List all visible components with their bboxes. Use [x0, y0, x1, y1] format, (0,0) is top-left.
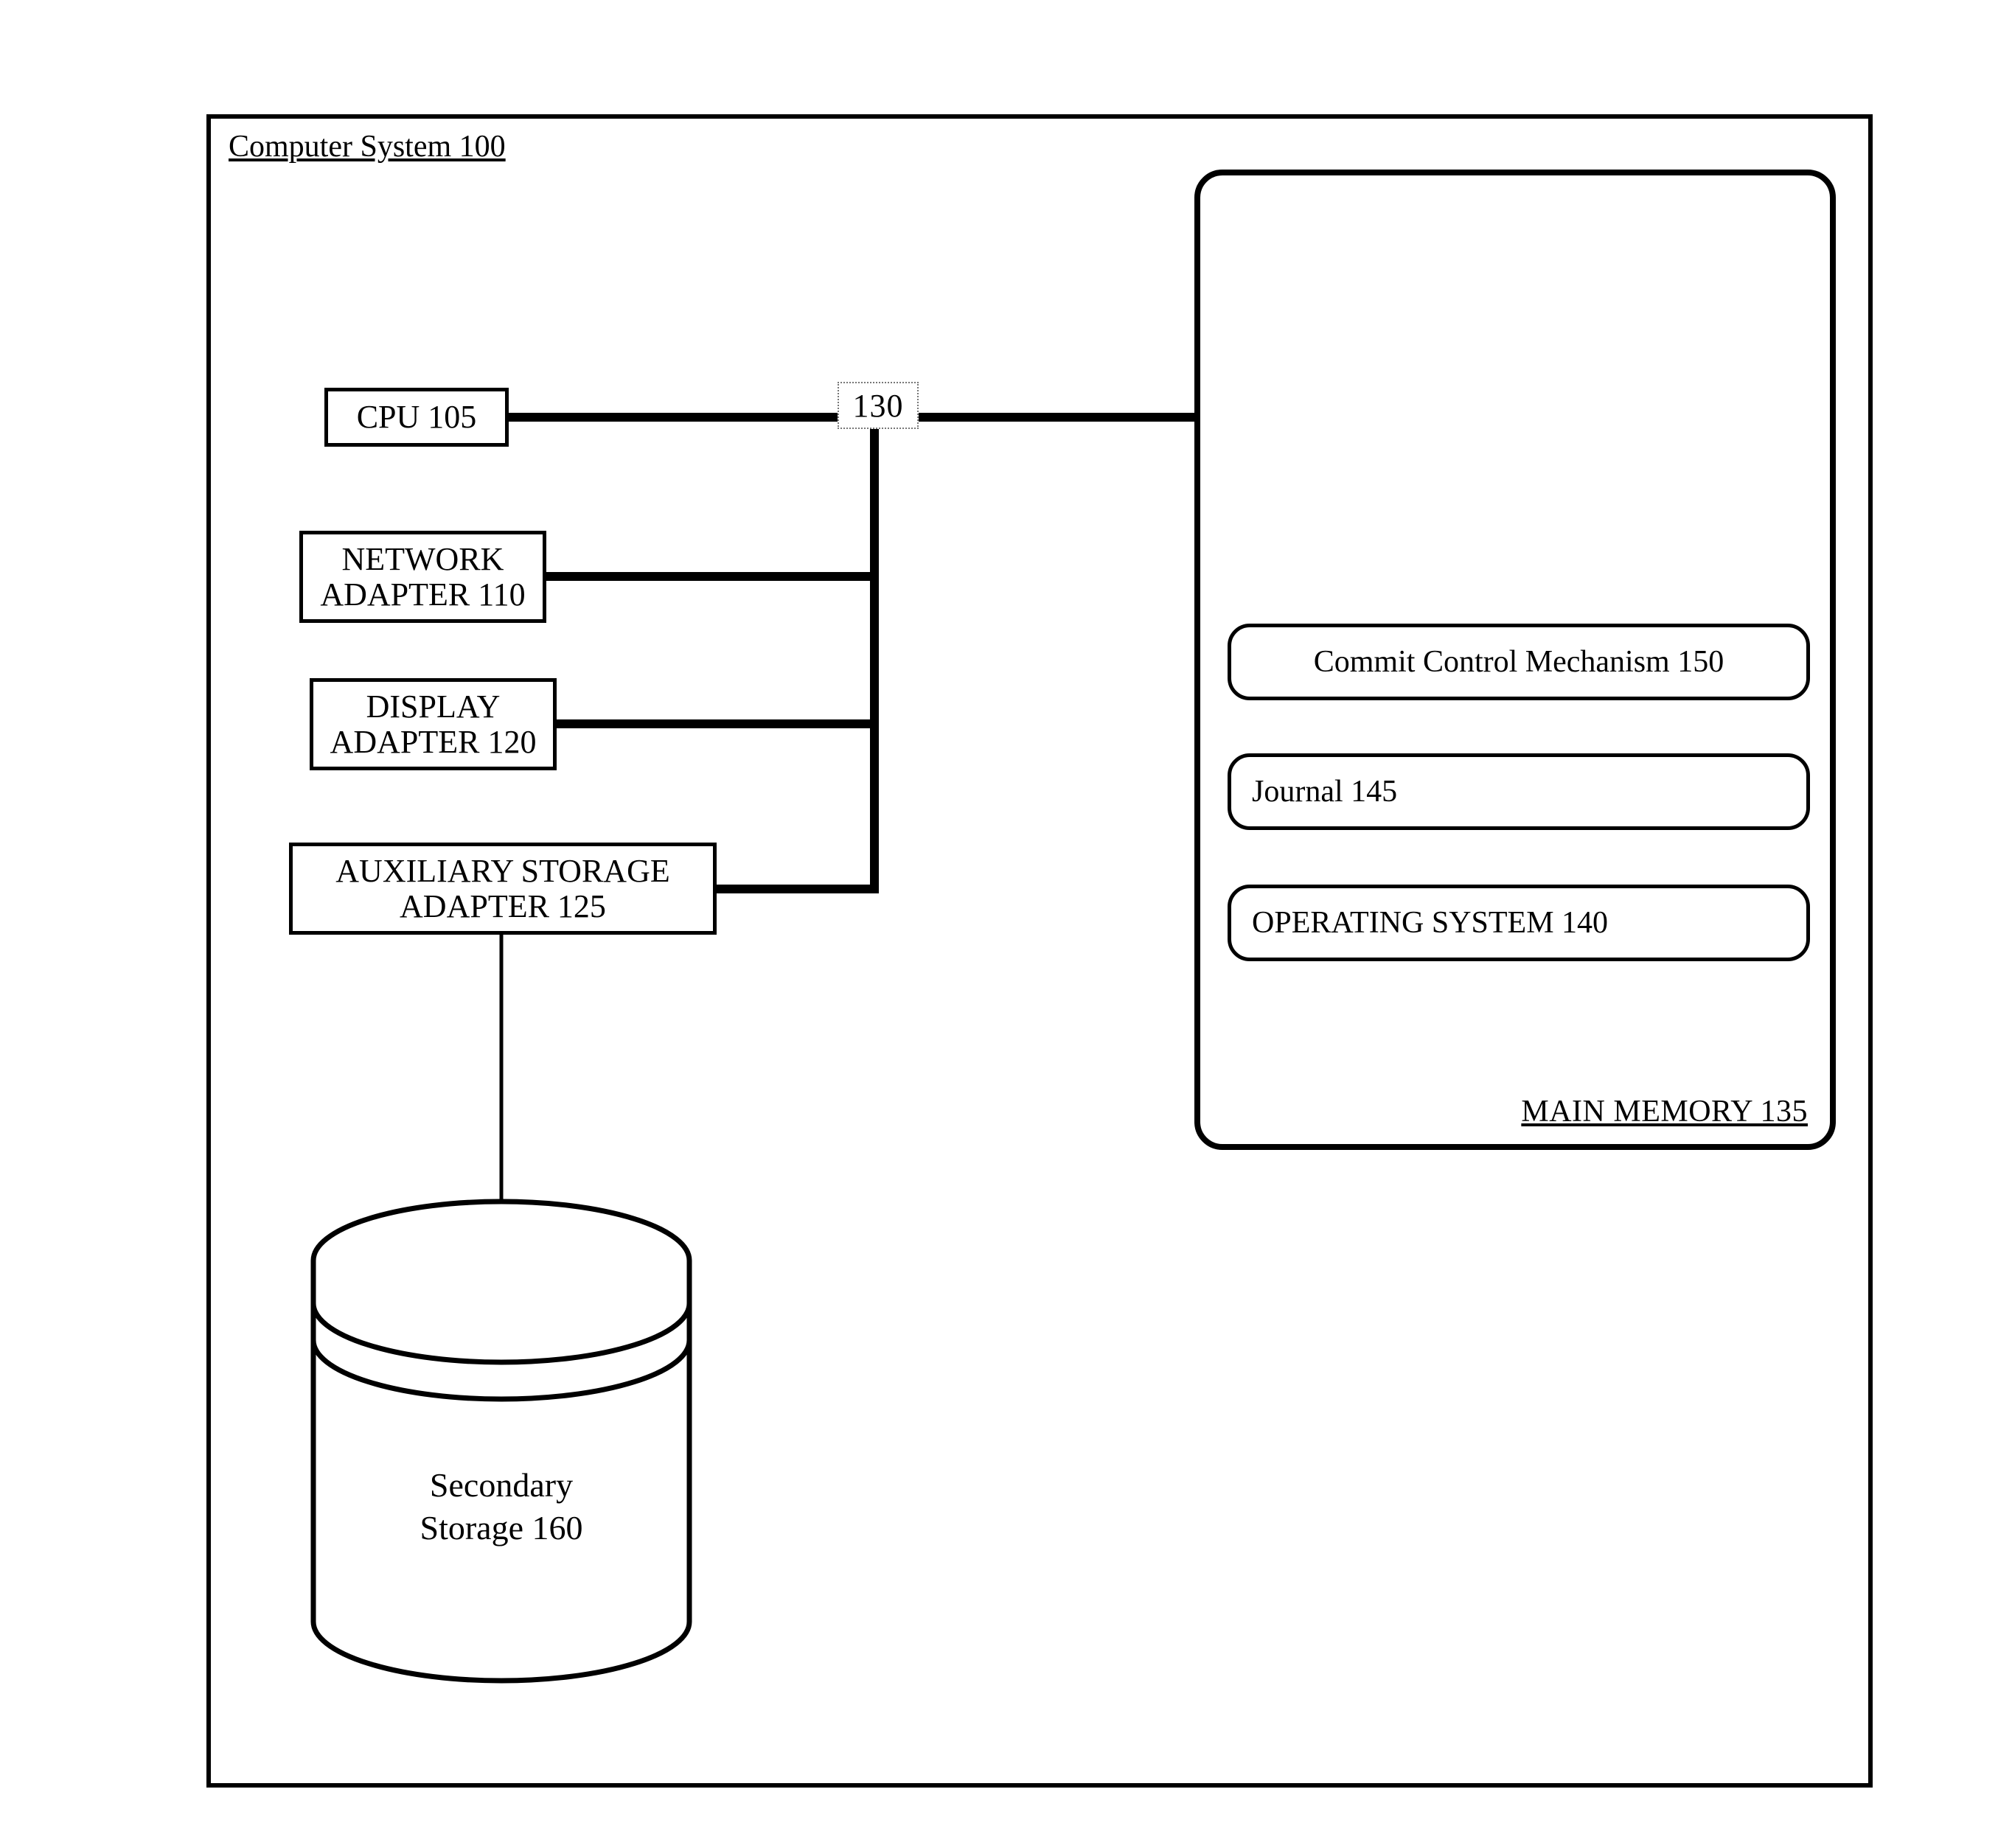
diagram-title: Computer System 100 — [229, 129, 506, 164]
commit-control-box: Commit Control Mechanism 150 — [1228, 624, 1810, 700]
cpu-box: CPU 105 — [324, 388, 509, 447]
display-adapter-label: DISPLAY ADAPTER 120 — [330, 689, 537, 759]
operating-system-box: OPERATING SYSTEM 140 — [1228, 885, 1810, 961]
journal-label: Journal 145 — [1252, 774, 1397, 809]
display-adapter-box: DISPLAY ADAPTER 120 — [310, 678, 557, 770]
bus-label: 130 — [838, 382, 919, 429]
commit-control-label: Commit Control Mechanism 150 — [1314, 644, 1724, 680]
main-memory-title: MAIN MEMORY 135 — [1521, 1094, 1808, 1129]
journal-box: Journal 145 — [1228, 753, 1810, 830]
network-adapter-label: NETWORK ADAPTER 110 — [320, 542, 525, 612]
network-adapter-box: NETWORK ADAPTER 110 — [299, 531, 546, 623]
operating-system-label: OPERATING SYSTEM 140 — [1252, 905, 1608, 941]
cpu-label: CPU 105 — [357, 400, 477, 435]
aux-storage-adapter-label: AUXILIARY STORAGE ADAPTER 125 — [335, 854, 669, 924]
aux-storage-adapter-box: AUXILIARY STORAGE ADAPTER 125 — [289, 843, 717, 935]
